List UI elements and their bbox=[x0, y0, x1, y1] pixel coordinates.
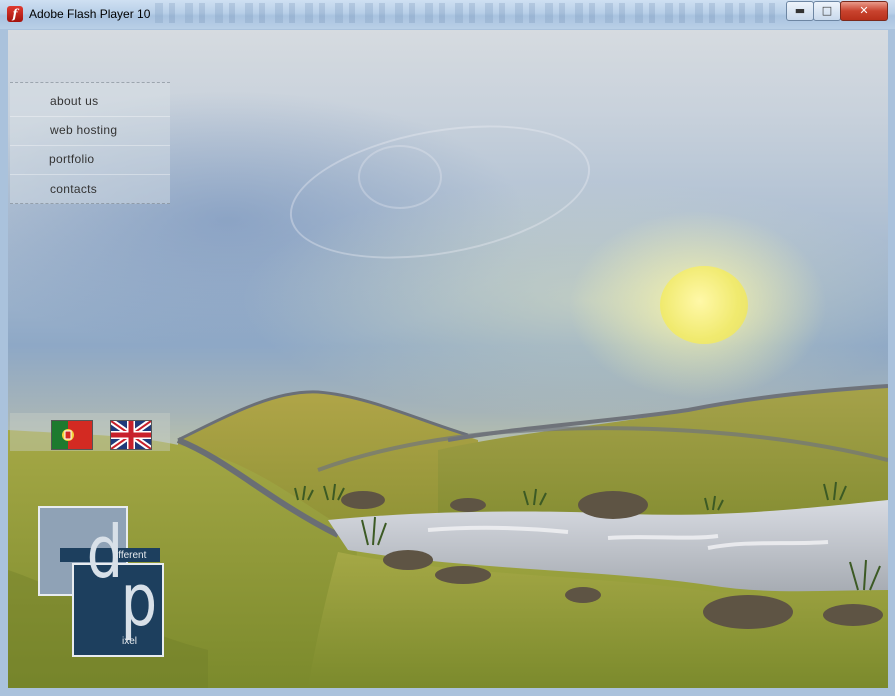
menu-item-about-us[interactable]: about us bbox=[10, 87, 210, 115]
close-button[interactable]: ✕ bbox=[840, 1, 888, 21]
title-bar-strip bbox=[155, 3, 775, 23]
main-menu: about us web hosting portfolio contacts bbox=[10, 82, 170, 204]
united-kingdom-flag-icon bbox=[111, 421, 151, 449]
flash-player-window: f Adobe Flash Player 10 ▬ □ ✕ about us w… bbox=[0, 0, 895, 696]
logo-letter-p: p bbox=[120, 558, 158, 642]
flash-stage[interactable]: about us web hosting portfolio contacts bbox=[8, 30, 888, 688]
menu-item-web-hosting[interactable]: web hosting bbox=[10, 116, 210, 144]
language-portuguese-button[interactable] bbox=[51, 420, 93, 450]
language-selector bbox=[10, 413, 170, 451]
language-english-button[interactable] bbox=[110, 420, 152, 450]
window-title: Adobe Flash Player 10 bbox=[29, 7, 151, 21]
company-logo[interactable]: d p ifferent ixel bbox=[38, 506, 168, 666]
portugal-flag-icon bbox=[52, 421, 92, 449]
close-icon: ✕ bbox=[859, 4, 869, 17]
menu-item-contacts[interactable]: contacts bbox=[10, 175, 210, 203]
logo-word-different: ifferent bbox=[116, 550, 147, 561]
title-bar[interactable]: f Adobe Flash Player 10 ▬ □ ✕ bbox=[0, 0, 895, 30]
minimize-button[interactable]: ▬ bbox=[786, 1, 814, 21]
flash-icon: f bbox=[7, 6, 23, 22]
minimize-icon: ▬ bbox=[794, 4, 806, 17]
logo-word-pixel: ixel bbox=[122, 636, 138, 647]
maximize-icon: □ bbox=[821, 4, 833, 17]
menu-item-portfolio[interactable]: portfolio bbox=[10, 145, 209, 173]
maximize-button[interactable]: □ bbox=[813, 1, 841, 21]
